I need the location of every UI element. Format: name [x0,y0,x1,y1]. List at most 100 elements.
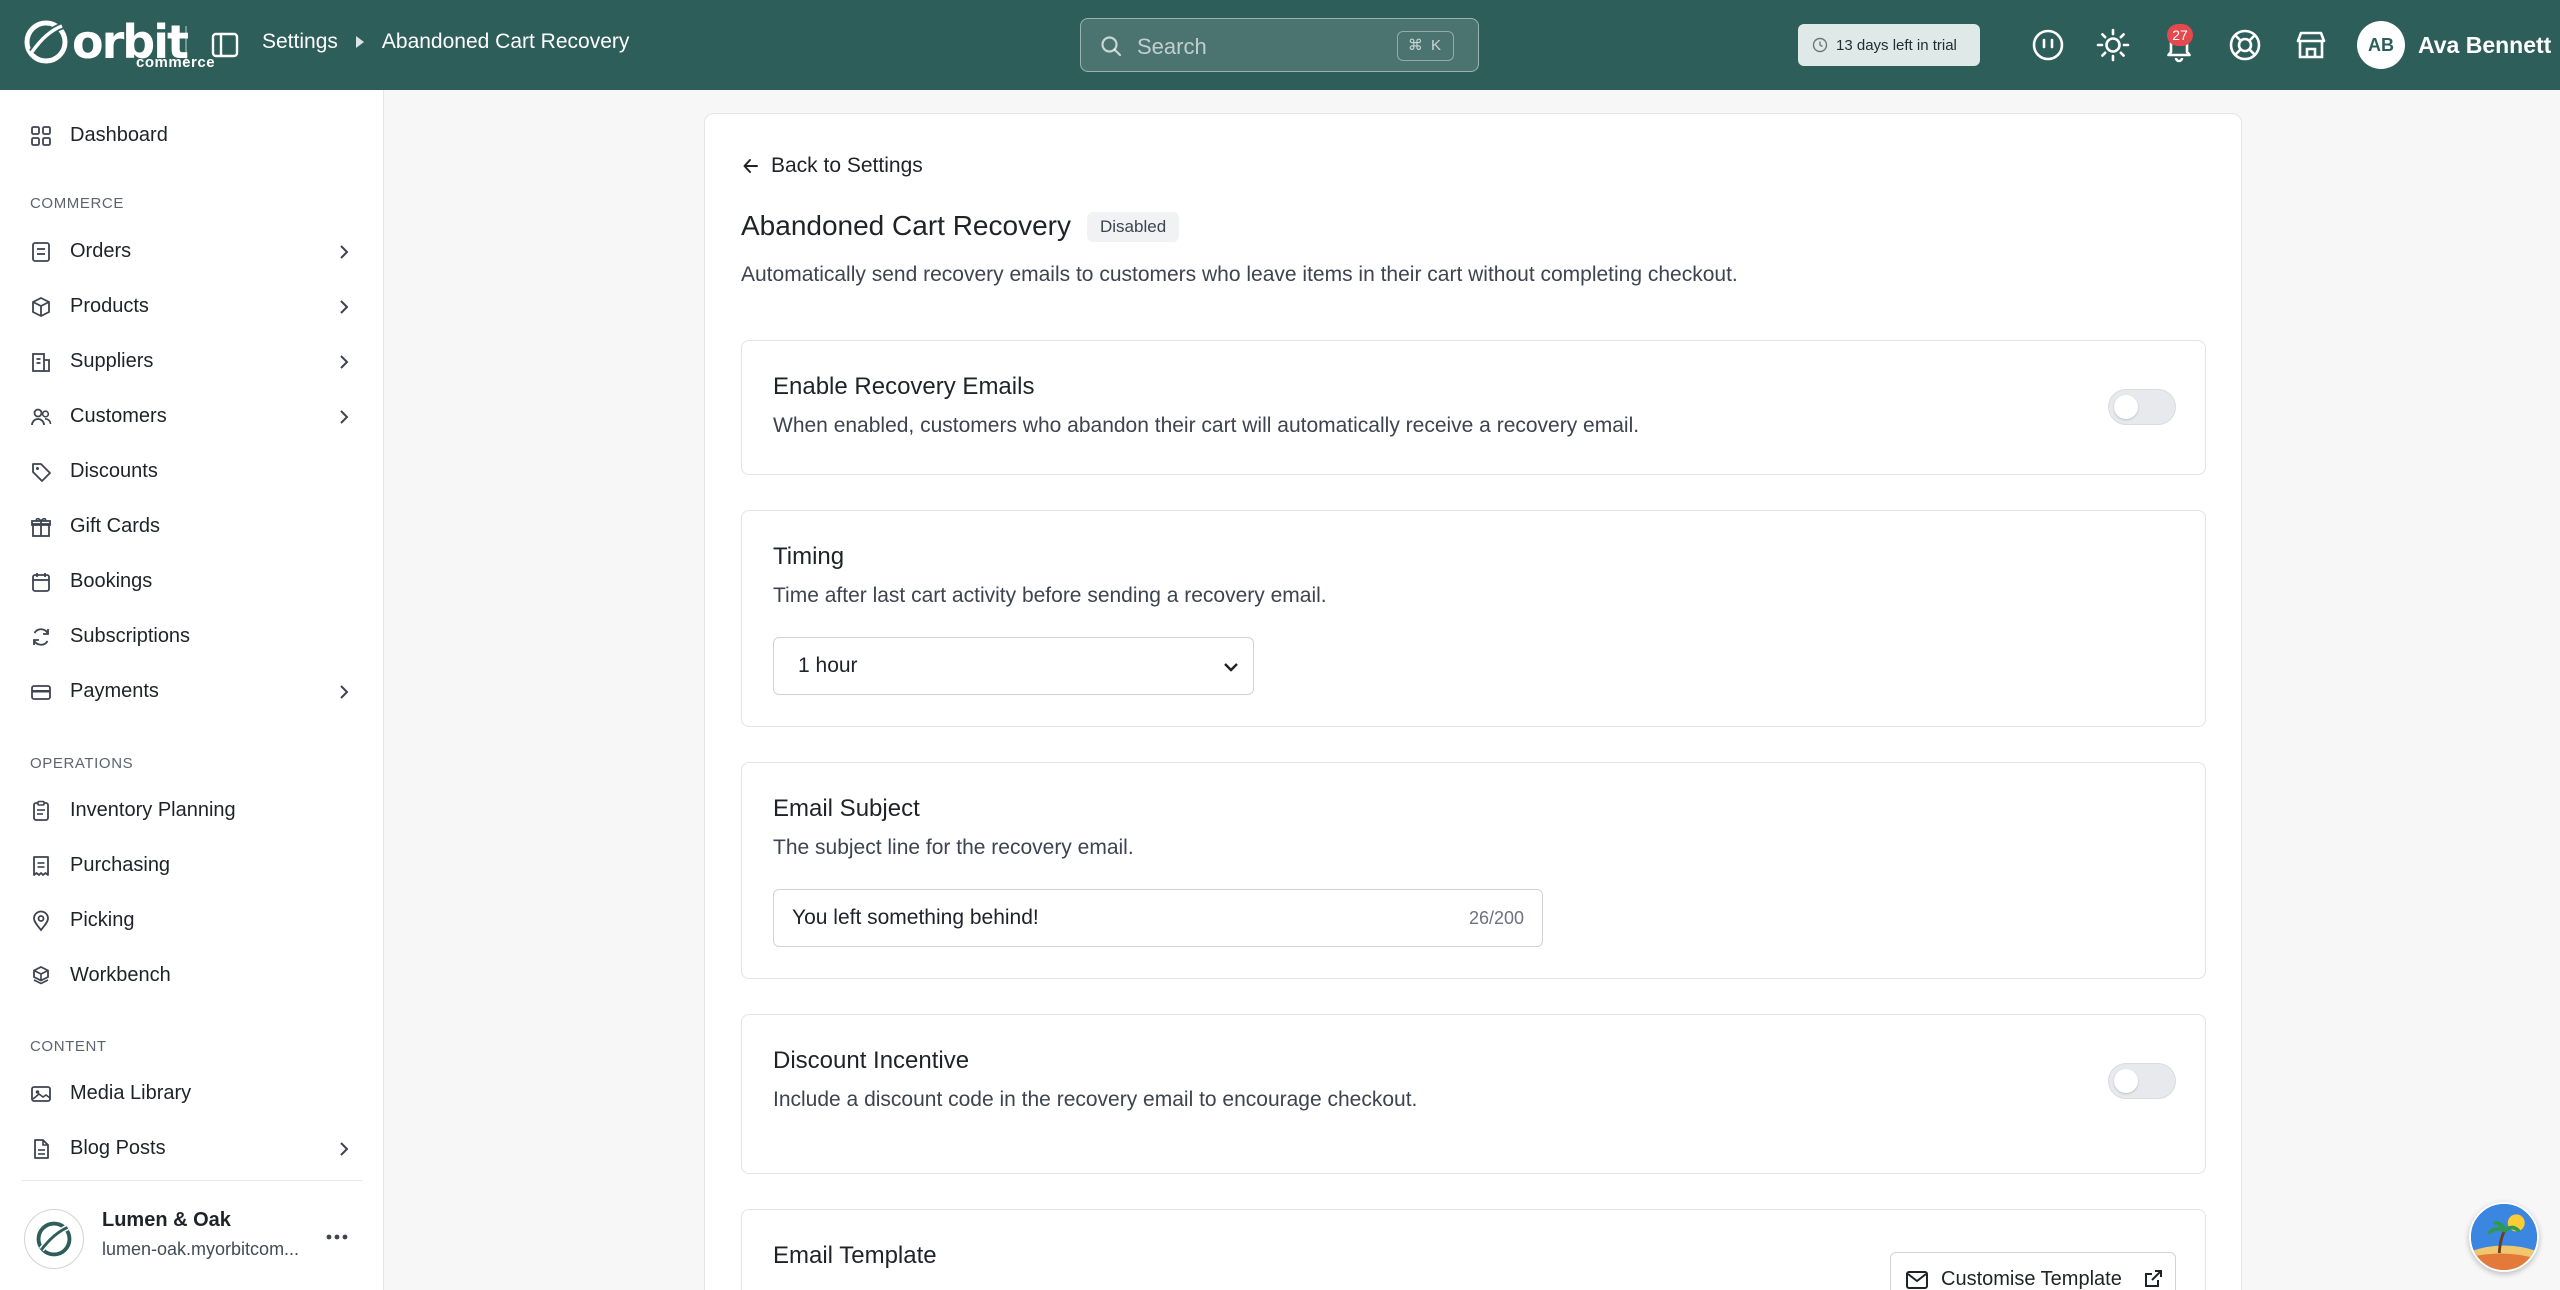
customise-template-label: Customise Template [1941,1268,2122,1290]
sidebar-item-label: Picking [70,909,135,931]
back-label: Back to Settings [771,154,923,177]
sidebar-item-label: Purchasing [70,854,171,876]
sidebar-item-label: Dashboard [70,124,168,146]
sidebar-item-label: Media Library [70,1082,192,1104]
enable-recovery-toggle[interactable] [2108,389,2176,425]
chevron-right-icon [340,410,349,424]
sidebar-item-products[interactable]: Products [0,284,384,330]
tag-icon [32,463,51,482]
gift-icon [31,517,51,537]
card-title: Discount Incentive [773,1047,970,1074]
sidebar-item-suppliers[interactable]: Suppliers [0,339,384,385]
sidebar-item-payments[interactable]: Payments [0,669,384,715]
sidebar-item-label: Workbench [70,964,171,986]
section-label-commerce: COMMERCE [30,195,124,212]
search-shortcut: ⌘ K [1396,31,1454,61]
chevron-right-icon [340,1142,349,1156]
email-subject-value: You left something behind! [792,906,1039,929]
external-link-icon [2145,1270,2162,1287]
settings-panel: Back to Settings Abandoned Cart Recovery… [704,113,2242,1290]
notification-count-badge: 27 [2167,24,2193,46]
sidebar-item-picking[interactable]: Picking [0,898,384,944]
section-label-operations: OPERATIONS [30,755,134,772]
feedback-icon[interactable] [2029,26,2067,64]
enable-recovery-card: Enable Recovery Emails When enabled, cus… [741,340,2206,475]
card-title: Timing [773,543,845,570]
map-pin-icon [33,910,49,932]
clock-icon [1812,37,1828,53]
sidebar-item-label: Bookings [70,570,153,592]
clipboard-icon [33,800,49,821]
search-icon [1101,36,1122,57]
topbar-divider [185,26,187,64]
users-icon [31,408,52,426]
sidebar-item-orders[interactable]: Orders [0,229,384,275]
storefront-icon[interactable] [2292,26,2330,64]
orbit-logo[interactable]: orbit commerce [22,18,215,71]
sidebar-item-label: Gift Cards [70,515,161,537]
character-counter: 26/200 [1468,908,1524,928]
boxes-icon [33,965,49,985]
sidebar-item-label: Customers [70,405,167,427]
customise-template-button[interactable]: Customise Template [1890,1252,2176,1290]
sidebar-item-blog-posts[interactable]: Blog Posts [0,1126,384,1172]
email-subject-input[interactable]: You left something behind! 26/200 [773,889,1543,947]
store-avatar [24,1209,84,1269]
assistant-avatar-icon [2471,1204,2537,1270]
box-icon [32,296,50,318]
trial-label: 13 days left in trial [1836,36,1957,54]
orbit-logo-icon [24,20,68,64]
chevron-right-icon [340,245,349,259]
sidebar-item-subscriptions[interactable]: Subscriptions [0,614,384,660]
store-name: Lumen & Oak [102,1209,231,1231]
card-description: The subject line for the recovery email. [773,836,1134,859]
search-input[interactable]: Search ⌘ K [1080,18,1479,72]
assistant-chat-icon[interactable] [2469,1202,2539,1272]
card-icon [31,685,51,700]
help-lifebuoy-icon[interactable] [2226,26,2264,64]
sidebar-item-bookings[interactable]: Bookings [0,559,384,605]
document-icon [34,1139,49,1159]
receipt-icon [33,856,49,876]
sidebar-toggle-icon[interactable] [208,28,242,62]
sidebar-item-label: Payments [70,680,159,702]
page-title: Abandoned Cart Recovery [741,210,1071,241]
card-description: Include a discount code in the recovery … [773,1088,1418,1111]
user-name[interactable]: Ava Bennett [2418,32,2551,59]
sidebar-item-purchasing[interactable]: Purchasing [0,843,384,889]
sidebar-item-inventory-planning[interactable]: Inventory Planning [0,788,384,834]
store-switcher[interactable]: Lumen & Oak lumen-oak.myorbitcom... [22,1180,362,1290]
back-to-settings-link[interactable]: Back to Settings [741,154,923,178]
toggle-knob [2114,395,2138,419]
sidebar-item-label: Products [70,295,149,317]
orders-icon [32,242,50,262]
card-description: When enabled, customers who abandon thei… [773,414,1640,437]
trial-badge[interactable]: 13 days left in trial [1798,24,1980,66]
user-avatar[interactable]: AB [2357,21,2405,69]
breadcrumb-current: Abandoned Cart Recovery [381,30,630,53]
store-url: lumen-oak.myorbitcom... [102,1239,300,1259]
breadcrumb-settings-link[interactable]: Settings [262,30,338,54]
sidebar-item-gift-cards[interactable]: Gift Cards [0,504,384,550]
discount-incentive-card: Discount Incentive Include a discount co… [741,1014,2206,1174]
section-label-content: CONTENT [30,1038,107,1055]
sidebar-item-dashboard[interactable]: Dashboard [0,113,384,159]
status-badge: Disabled [1087,212,1180,242]
timing-selected-value: 1 hour [798,654,858,677]
sidebar-item-label: Subscriptions [70,625,191,647]
theme-sun-icon[interactable] [2094,26,2132,64]
toggle-knob [2114,1069,2138,1093]
sidebar-item-workbench[interactable]: Workbench [0,953,384,999]
email-template-card: Email Template Customise Template [741,1209,2206,1290]
breadcrumb: Settings Abandoned Cart Recovery [262,30,629,54]
timing-card: Timing Time after last cart activity bef… [741,510,2206,727]
sidebar-item-media-library[interactable]: Media Library [0,1071,384,1117]
sidebar-item-discounts[interactable]: Discounts [0,449,384,495]
timing-select[interactable]: 1 hour [773,637,1254,695]
sidebar-item-customers[interactable]: Customers [0,394,384,440]
more-horizontal-icon[interactable] [322,1227,352,1247]
discount-incentive-toggle[interactable] [2108,1063,2176,1099]
logo-subtitle: commerce [136,54,216,71]
building-icon [32,353,50,372]
mail-icon [1906,1271,1928,1289]
